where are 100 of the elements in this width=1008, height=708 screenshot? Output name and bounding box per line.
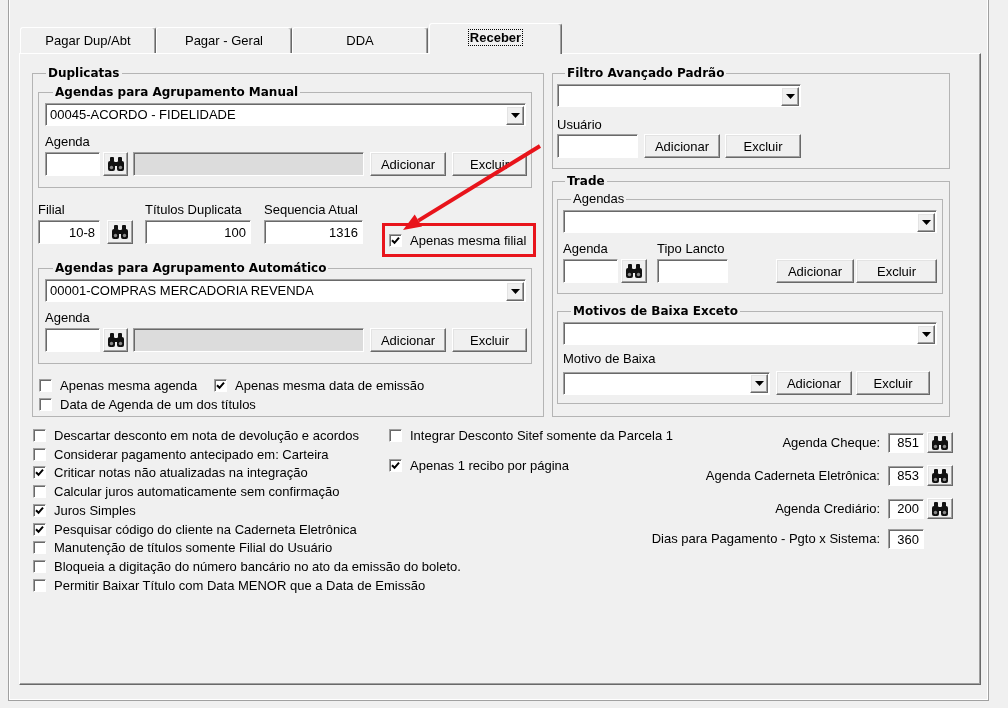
dropdown-button[interactable] xyxy=(506,105,524,125)
binoculars-icon xyxy=(932,468,948,483)
add-button[interactable]: Adicionar xyxy=(776,371,852,395)
dropdown-field[interactable] xyxy=(563,210,937,233)
caret-icon xyxy=(921,219,931,225)
caret-icon xyxy=(754,381,764,386)
field-label: Agenda Cheque: xyxy=(782,435,880,450)
add-button[interactable]: Adicionar xyxy=(776,259,854,283)
checkbox[interactable] xyxy=(33,578,46,592)
text-field[interactable] xyxy=(45,328,100,352)
checkbox[interactable] xyxy=(389,233,402,247)
checkmark-icon xyxy=(391,460,400,470)
binoculars-icon xyxy=(932,501,948,516)
tab[interactable]: DDA xyxy=(292,27,428,53)
checkbox[interactable] xyxy=(33,485,46,499)
checkbox[interactable] xyxy=(39,398,52,411)
dropdown-field[interactable] xyxy=(563,371,770,395)
dropdown-field[interactable]: 00001-COMPRAS MERCADORIA REVENDA xyxy=(45,279,526,302)
group-title: Agendas xyxy=(573,191,625,206)
text-field[interactable]: 360 xyxy=(888,529,924,549)
checkbox-label: Integrar Desconto Sitef somente da Parcela 1 xyxy=(410,428,674,443)
remove-button[interactable]: Excluir xyxy=(725,134,801,158)
checkbox-label: Apenas mesma filial xyxy=(410,232,527,248)
checkbox-label: Data de Agenda de um dos títulos xyxy=(60,397,256,412)
checkbox[interactable] xyxy=(389,429,402,442)
checkbox[interactable] xyxy=(39,379,52,392)
checkbox-label: Apenas mesma data de emissão xyxy=(235,378,425,393)
field-label: Agenda xyxy=(45,311,90,325)
remove-button[interactable]: Excluir xyxy=(856,371,930,395)
remove-button[interactable]: Excluir xyxy=(452,328,527,352)
checkbox-label: Bloqueia a digitação do número bancário no ato da emissão do boleto. xyxy=(54,559,461,575)
field-label: Agenda Crediário: xyxy=(775,501,880,516)
text-field[interactable]: 1316 xyxy=(264,220,363,244)
checkbox-label: Juros Simples xyxy=(54,502,136,518)
lookup-button[interactable] xyxy=(927,432,953,453)
caret-icon xyxy=(510,112,520,118)
field-label: Agenda xyxy=(45,135,90,149)
group-title: Motivos de Baixa Exceto xyxy=(573,304,738,318)
lookup-button[interactable] xyxy=(103,328,128,352)
text-field[interactable] xyxy=(45,152,100,176)
text-field[interactable]: 853 xyxy=(888,465,924,486)
field-label: Agenda xyxy=(563,242,608,256)
checkbox-label: Apenas 1 recibo por página xyxy=(410,457,569,473)
text-field[interactable] xyxy=(557,134,638,158)
dropdown-button[interactable] xyxy=(917,212,935,232)
add-button[interactable]: Adicionar xyxy=(644,134,720,158)
add-button[interactable]: Adicionar xyxy=(370,152,446,176)
dropdown-button[interactable] xyxy=(917,324,935,344)
checkbox[interactable] xyxy=(214,379,227,392)
checkbox[interactable] xyxy=(33,522,46,536)
lookup-button[interactable] xyxy=(103,152,128,176)
binoculars-icon xyxy=(932,435,948,450)
checkbox-label: Manutenção de títulos somente Filial do Usuário xyxy=(54,540,333,556)
dropdown-button[interactable] xyxy=(781,86,799,106)
lookup-button[interactable] xyxy=(107,220,133,244)
checkbox-label: Descartar desconto em nota de devolução e acordos xyxy=(54,427,359,443)
caret-icon xyxy=(510,288,520,294)
checkbox[interactable] xyxy=(33,466,46,480)
dropdown-field[interactable] xyxy=(563,322,937,345)
checkbox[interactable] xyxy=(33,503,46,517)
checkbox[interactable] xyxy=(33,428,46,442)
checkbox[interactable] xyxy=(389,458,402,472)
tab[interactable]: Pagar Dup/Abt xyxy=(20,27,156,53)
field-label: Agenda Caderneta Eletrônica: xyxy=(705,468,880,483)
text-field[interactable]: 200 xyxy=(888,498,924,519)
caret-icon xyxy=(921,331,931,337)
dropdown-field[interactable] xyxy=(557,84,801,107)
text-field[interactable]: 851 xyxy=(888,432,924,453)
dropdown-button[interactable] xyxy=(750,374,768,393)
text-field[interactable] xyxy=(657,259,728,283)
checkmark-icon xyxy=(35,468,44,478)
checkbox[interactable] xyxy=(33,541,46,555)
remove-button[interactable]: Excluir xyxy=(856,259,937,283)
lookup-button[interactable] xyxy=(927,498,953,519)
binoculars-icon xyxy=(107,333,124,347)
lookup-button[interactable] xyxy=(621,259,647,283)
tab[interactable]: Receber xyxy=(429,23,562,54)
dropdown-field[interactable]: 00045-ACORDO - FIDELIDADE xyxy=(45,103,526,126)
text-field[interactable]: 100 xyxy=(145,220,251,244)
dropdown-button[interactable] xyxy=(506,281,524,301)
checkmark-icon xyxy=(216,381,225,390)
checkbox-label: Apenas mesma agenda xyxy=(60,378,198,393)
binoculars-icon xyxy=(107,157,124,171)
checkbox-label: Pesquisar código do cliente na Caderneta Eletrônica xyxy=(54,521,357,537)
tab[interactable]: Pagar - Geral xyxy=(156,27,292,53)
group-title: Filtro Avançado Padrão xyxy=(567,66,725,80)
group-title: Agendas para Agrupamento Automático xyxy=(55,261,327,275)
group-title: Trade xyxy=(567,174,605,188)
text-field[interactable]: 10-8 xyxy=(38,220,100,244)
text-field[interactable] xyxy=(563,259,618,283)
add-button[interactable]: Adicionar xyxy=(370,328,446,352)
lookup-button[interactable] xyxy=(927,465,953,486)
field-label: Dias para Pagamento - Pgto x Sistema: xyxy=(651,532,880,546)
field-label: Sequencia Atual xyxy=(264,203,358,217)
checkbox-label: Considerar pagamento antecipado em: Carteira xyxy=(54,446,329,462)
checkbox[interactable] xyxy=(33,560,46,574)
field-label: Títulos Duplicata xyxy=(145,203,242,217)
group-title: Duplicatas xyxy=(48,66,120,80)
checkmark-icon xyxy=(391,235,400,245)
checkbox[interactable] xyxy=(33,447,46,461)
